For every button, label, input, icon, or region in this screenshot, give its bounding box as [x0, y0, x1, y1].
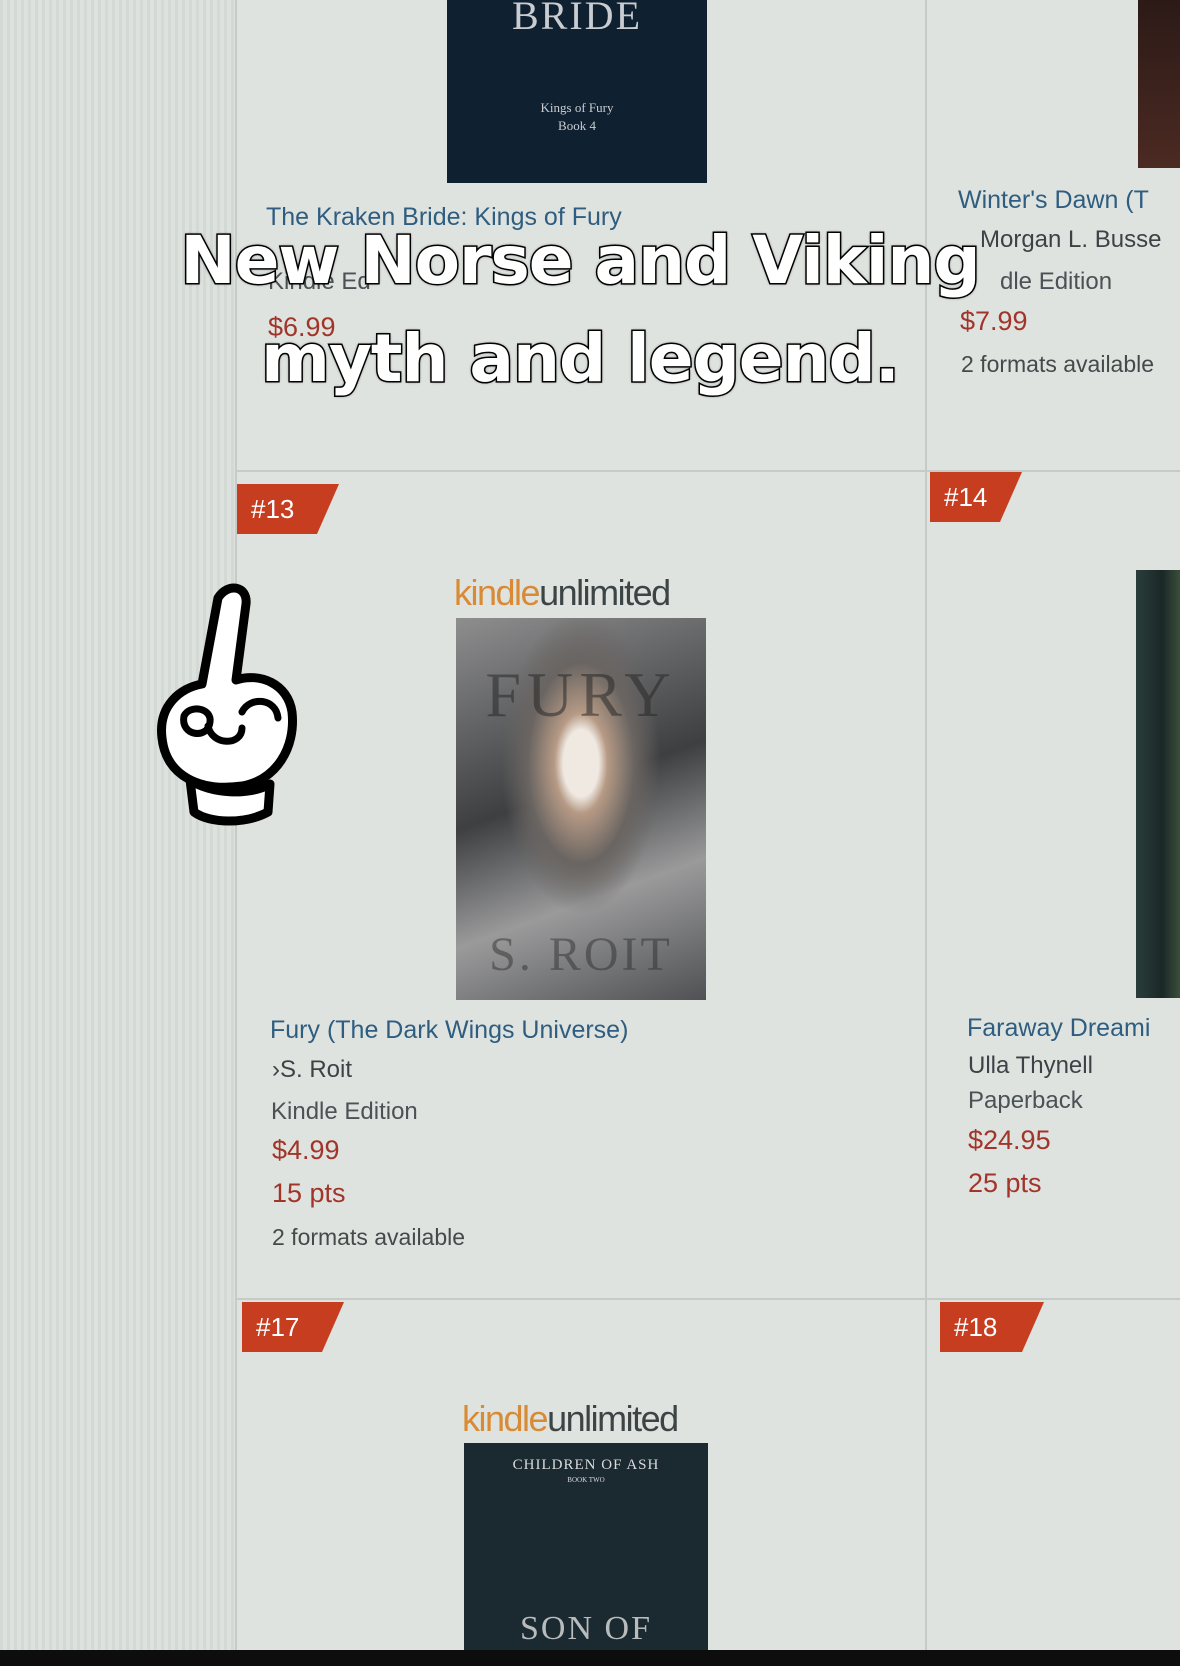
cover-series: CHILDREN OF ASH	[512, 1457, 660, 1473]
cover-title: SON OF	[520, 1610, 652, 1647]
pointing-hand-icon	[157, 583, 297, 826]
product-title-link[interactable]: Fury (The Dark Wings Universe)	[270, 1016, 628, 1045]
caption-line-2: myth and legend.	[260, 319, 902, 399]
product-format: Kindle Edition	[271, 1098, 418, 1125]
product-title-link[interactable]: Winter's Dawn (T	[958, 186, 1149, 215]
grid-divider	[235, 470, 1180, 472]
product-points: 25 pts	[968, 1168, 1042, 1198]
cover-series: Kings of Fury Book 4	[447, 99, 707, 135]
product-price: $4.99	[272, 1135, 340, 1165]
product-author: Ulla Thynell	[968, 1052, 1093, 1079]
unlimited-word: unlimited	[539, 572, 671, 613]
kindle-unlimited-logo: kindleunlimited	[462, 1398, 679, 1440]
book-cover-fury[interactable]: FURY S. ROIT	[456, 618, 706, 1000]
product-points: 15 pts	[272, 1178, 346, 1208]
grid-cell-bot-right	[927, 1300, 1180, 1650]
grid-divider	[235, 1298, 1180, 1300]
book-cover-kraken-bride[interactable]: BRIDE Kings of Fury Book 4	[447, 0, 707, 183]
cover-series-name: Kings of Fury	[540, 100, 614, 115]
cover-book-number: Book 4	[558, 118, 596, 133]
bottom-bar	[0, 1650, 1180, 1666]
book-cover-faraway-dreaming[interactable]	[1136, 570, 1180, 998]
product-title-link[interactable]: Faraway Dreami	[967, 1014, 1150, 1043]
kindle-word: kindle	[462, 1398, 549, 1439]
cover-title: BRIDE	[512, 0, 642, 38]
kindle-word: kindle	[454, 572, 541, 613]
formats-available-link[interactable]: 2 formats available	[272, 1224, 465, 1251]
cover-title: FURY	[485, 659, 677, 730]
product-price: $24.95	[968, 1125, 1051, 1155]
caption-line-1: New Norse and Viking	[179, 221, 982, 301]
product-author-link[interactable]: ›S. Roit	[272, 1056, 352, 1084]
book-cover-children-of-ash[interactable]: CHILDREN OF ASH BOOK TWO SON OF	[464, 1443, 708, 1650]
kindle-unlimited-logo: kindleunlimited	[454, 572, 671, 614]
unlimited-word: unlimited	[547, 1398, 679, 1439]
product-format: Paperback	[968, 1087, 1083, 1114]
cover-author: S. ROIT	[489, 928, 673, 981]
cover-book-number: BOOK TWO	[567, 1476, 605, 1484]
book-cover-winters-dawn[interactable]	[1138, 0, 1180, 168]
